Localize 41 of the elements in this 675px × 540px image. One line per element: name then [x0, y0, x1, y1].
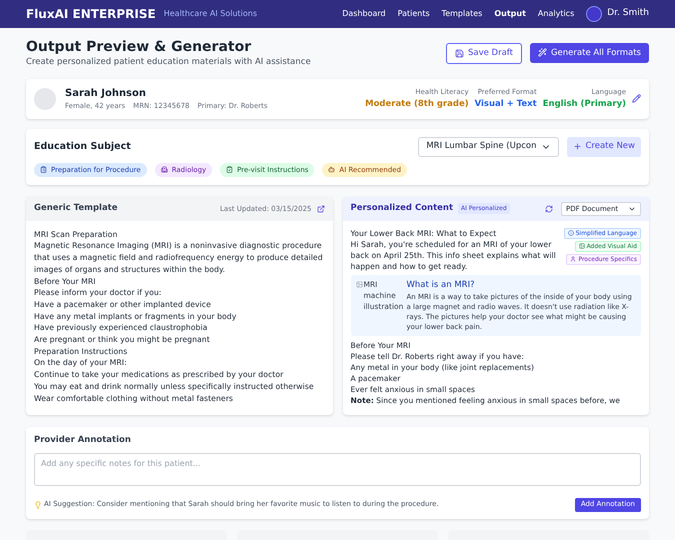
section-title: Education Subject: [34, 140, 131, 154]
tag-icon: [40, 166, 47, 174]
callout-title: What is an MRI?: [406, 278, 476, 292]
plus-icon: [572, 142, 582, 152]
attribute-value: Visual + Text: [474, 98, 537, 110]
save-draft-button[interactable]: Save Draft: [446, 42, 522, 64]
refresh-icon[interactable]: [545, 204, 553, 213]
attribute-value: Moderate (8th grade): [365, 98, 469, 110]
badge-icon: [570, 256, 576, 262]
subject-dropdown[interactable]: MRI Lumbar Spine (Upcon: [418, 136, 558, 157]
nav-link[interactable]: Dashboard: [342, 8, 386, 20]
page-subtitle: Create personalized patient education materials with AI assistance: [26, 56, 311, 69]
avatar[interactable]: [586, 6, 602, 22]
nav-link[interactable]: Analytics: [538, 8, 574, 20]
nav-link[interactable]: Patients: [398, 8, 430, 20]
lightbulb-icon: [34, 500, 42, 508]
create-new-button[interactable]: Create New: [566, 136, 641, 157]
page-title: Output Preview & Generator: [26, 38, 252, 56]
badge-icon: [568, 230, 574, 236]
attribute-value: English (Primary): [542, 98, 626, 110]
broken-image-icon: [356, 280, 362, 288]
brand-logo: FluxAI ENTERPRISE: [26, 6, 156, 23]
edit-icon[interactable]: [632, 94, 641, 104]
annotation-field[interactable]: Add any specific notes for this patient...: [34, 452, 641, 486]
generate-button[interactable]: Generate All Formats: [530, 42, 649, 63]
magic-wand-icon: [538, 48, 547, 58]
tag-icon: [328, 166, 336, 174]
panel-title: Generic Template: [34, 202, 118, 216]
panel-title: Personalized Content: [350, 202, 454, 216]
nav-link[interactable]: Output: [494, 8, 526, 20]
nav-link[interactable]: Templates: [442, 8, 482, 20]
badge-icon: [578, 243, 585, 250]
avatar: [34, 88, 56, 110]
section-title: Provider Annotation: [34, 434, 132, 446]
external-link-icon[interactable]: [316, 204, 324, 213]
brand-tagline: Healthcare AI Solutions: [164, 8, 258, 20]
tag-icon: [160, 166, 168, 174]
patient-name: Sarah Johnson: [65, 87, 148, 101]
user-name: Dr. Smith: [607, 7, 649, 20]
save-icon: [454, 48, 464, 58]
tag-icon: [226, 166, 234, 174]
